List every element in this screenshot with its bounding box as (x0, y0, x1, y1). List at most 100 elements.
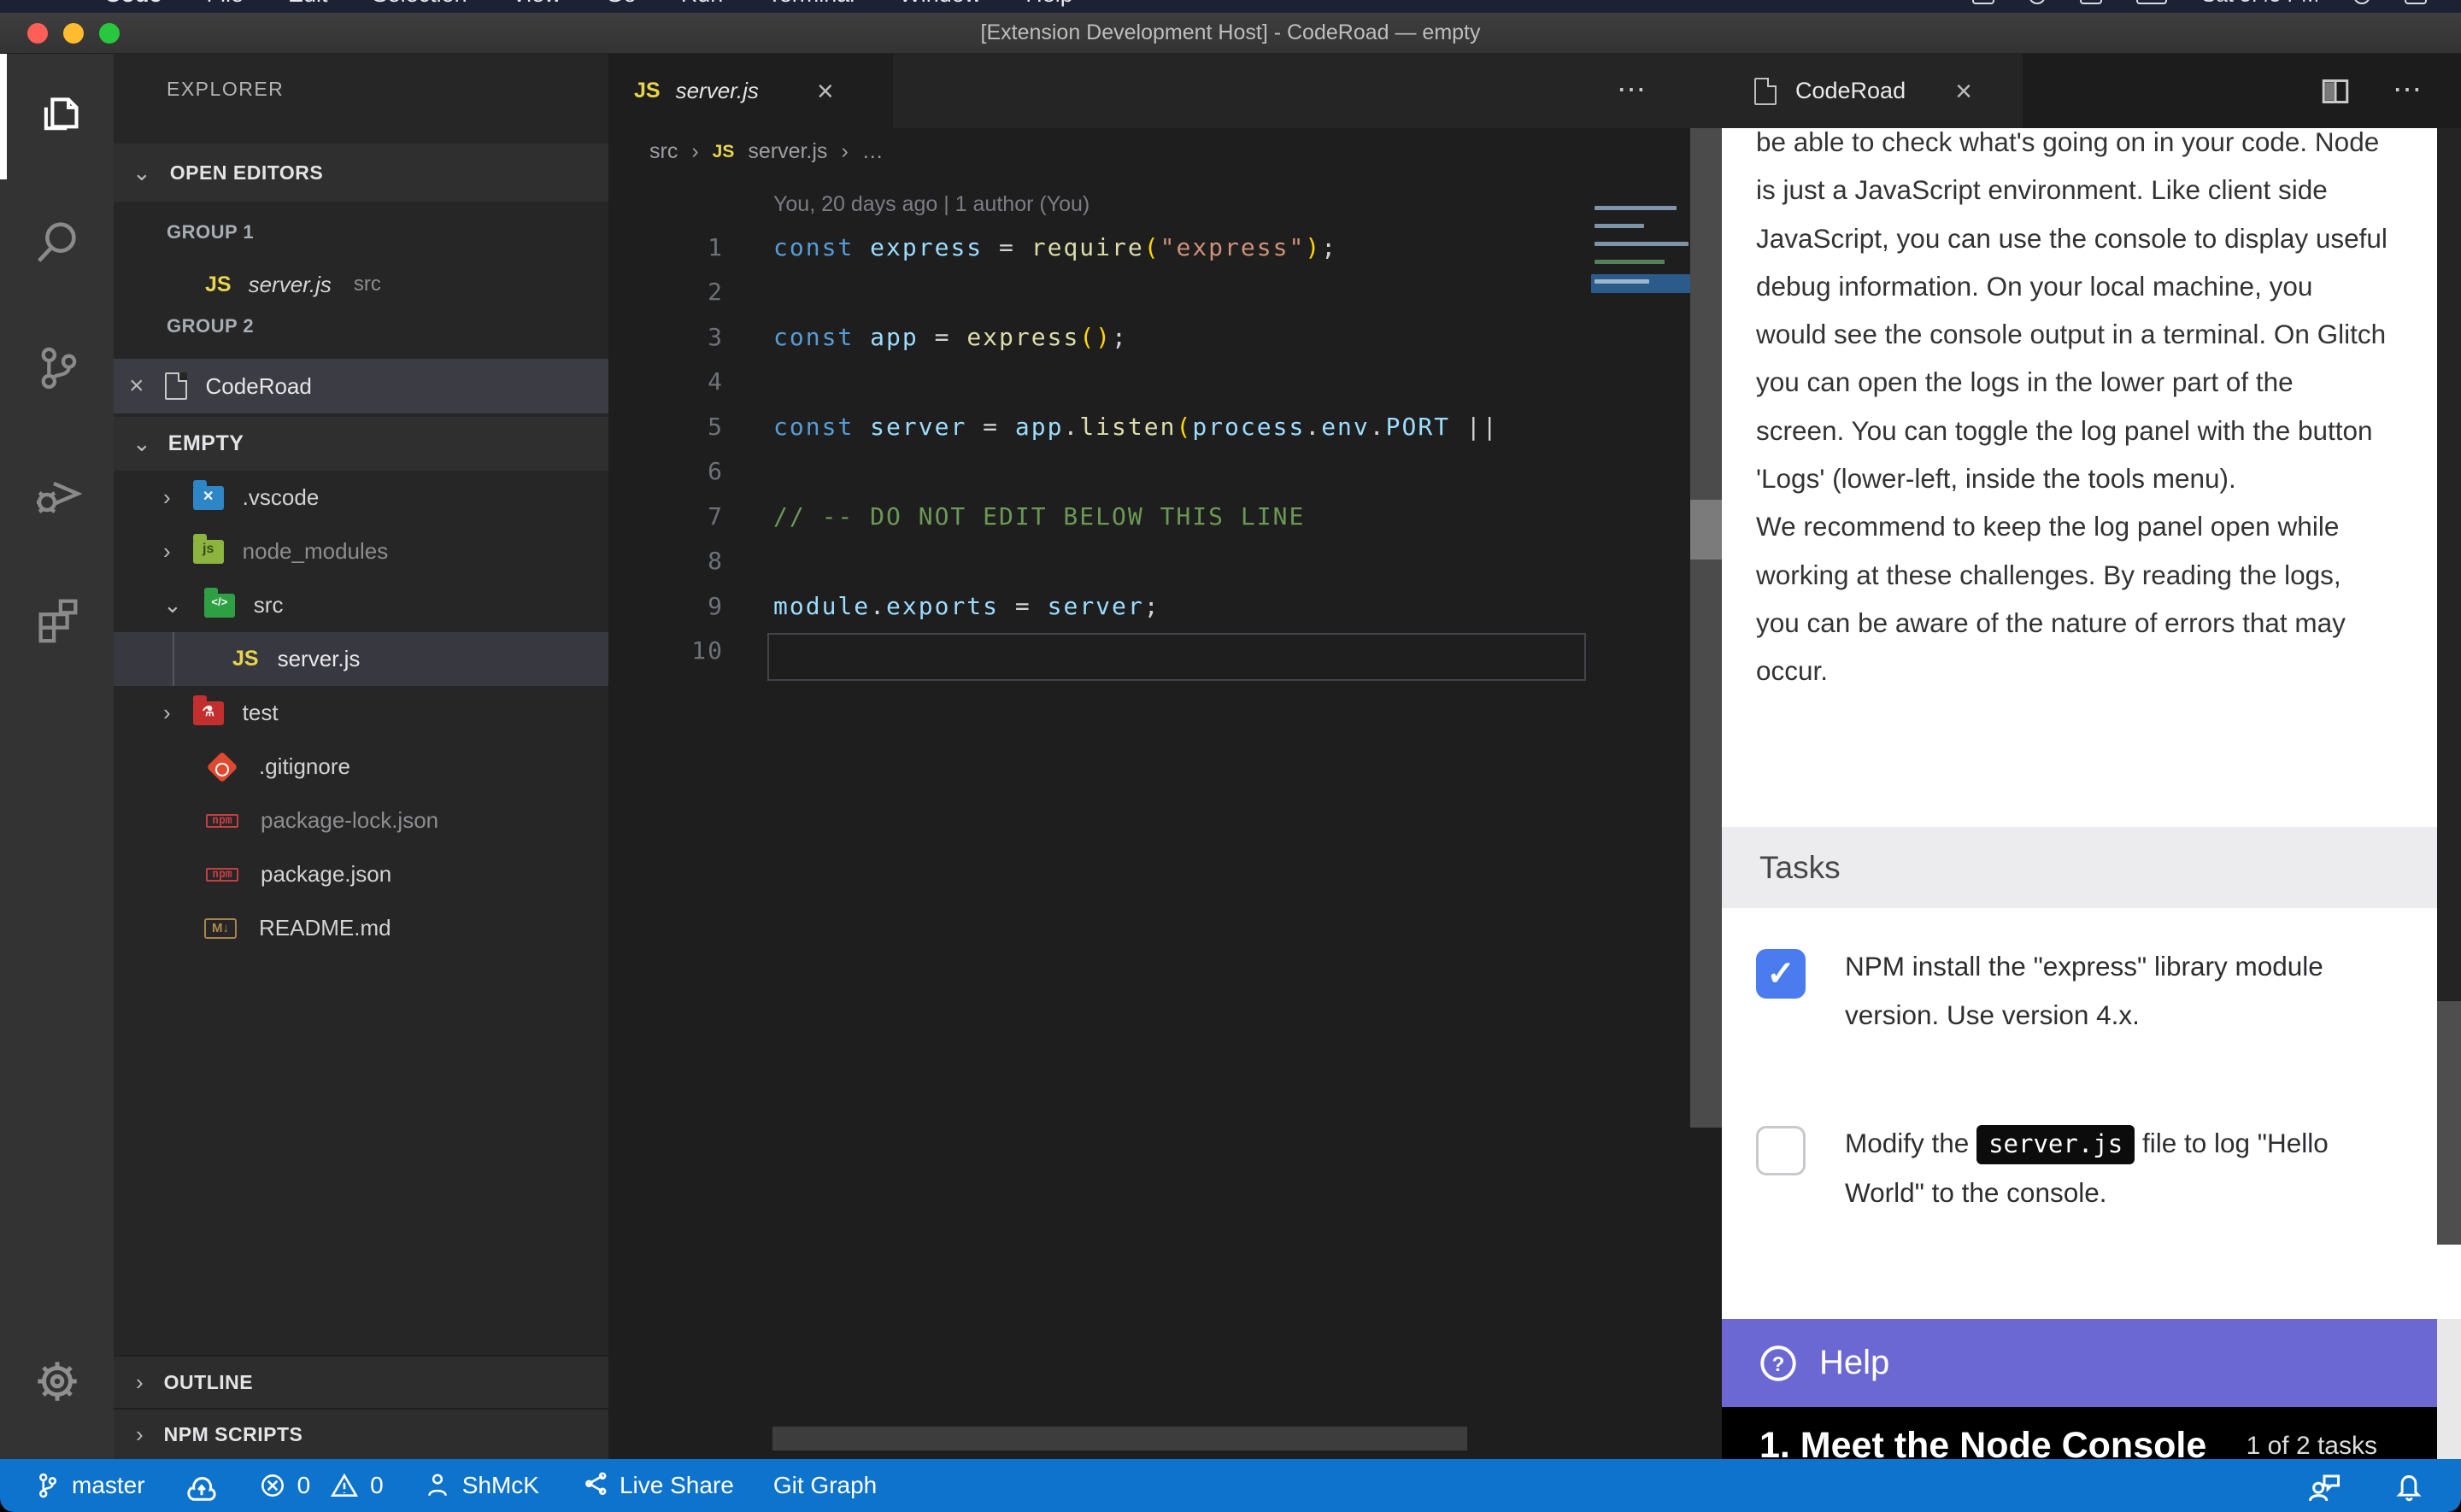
menu-item-file[interactable]: File (207, 0, 244, 8)
editor-more-actions-icon[interactable]: ⋯ (1617, 73, 1649, 107)
spotlight-icon[interactable] (2353, 0, 2370, 4)
help-label: Help (1819, 1344, 1889, 1382)
editor-group1-label: GROUP 1 (167, 221, 254, 243)
js-file-icon: JS (634, 79, 661, 103)
tree-item-readme[interactable]: M↓ README.md (114, 901, 608, 955)
help-accordion-button[interactable]: ? Help (1722, 1319, 2437, 1407)
tab-coderoad[interactable]: CodeRoad × (1722, 54, 2023, 128)
search-icon[interactable] (0, 179, 114, 305)
chevron-right-icon: › (691, 139, 698, 164)
menubar-status-icon[interactable] (2080, 0, 2102, 4)
sidebar-title: EXPLORER (167, 78, 284, 101)
feedback-icon[interactable] (2305, 1467, 2343, 1504)
title-bar: [Extension Development Host] - CodeRoad … (0, 13, 2461, 54)
battery-icon[interactable] (2136, 0, 2167, 4)
task1-checkbox-checked[interactable]: ✓ (1756, 949, 1806, 999)
editor-scrollbar-track[interactable] (1690, 128, 1722, 1128)
webview-scrollbar-thumb[interactable] (2437, 128, 2461, 1001)
problems-status[interactable]: 0 0 (258, 1471, 384, 1500)
lesson-progress: 1 of 2 tasks (2247, 1432, 2377, 1460)
open-editor-file-label: server.js (249, 272, 332, 298)
activity-bar (0, 54, 114, 1459)
tree-item-vscode[interactable]: › ✕ .vscode (114, 471, 608, 525)
tree-item-gitignore[interactable]: .gitignore (114, 740, 608, 794)
src-folder-icon: </> (204, 594, 235, 618)
tree-item-src[interactable]: ⌄ </> src (114, 578, 608, 632)
panel-more-actions-icon[interactable]: ⋯ (2393, 73, 2425, 107)
explorer-icon[interactable] (0, 54, 114, 179)
outline-section-header[interactable]: › OUTLINE (114, 1355, 608, 1408)
source-control-icon[interactable] (0, 305, 114, 431)
settings-gear-icon[interactable] (0, 1318, 114, 1444)
coderoad-panel: CodeRoad × ⋯ be able to check what's goi… (1722, 54, 2461, 1459)
tree-item-package-json[interactable]: npm package.json (114, 847, 608, 901)
lesson-footer-bar[interactable]: 1. Meet the Node Console 1 of 2 tasks (1722, 1407, 2437, 1459)
tasks-section-header: Tasks (1722, 827, 2437, 908)
horizontal-scrollbar-thumb[interactable] (772, 1427, 1467, 1450)
menu-item-code[interactable]: Code (104, 0, 162, 8)
panel-tab-bar: CodeRoad × ⋯ (1722, 54, 2461, 128)
git-graph-button[interactable]: Git Graph (773, 1472, 877, 1499)
open-editor-server-js[interactable]: JS server.js src (114, 259, 608, 310)
tree-item-test[interactable]: › ⚗ test (114, 686, 608, 740)
file-icon (1754, 78, 1777, 105)
close-tab-icon[interactable]: × (817, 77, 834, 106)
task1-text: NPM install the "express" library module… (1845, 942, 2409, 1040)
extensions-icon[interactable] (0, 556, 114, 682)
lesson-content-text: be able to check what's going on in your… (1756, 128, 2440, 695)
code-line-1: const express = require("express"); (773, 233, 1337, 261)
inline-code-chip: server.js (1976, 1125, 2135, 1164)
menubar-clock[interactable]: Sat 5:45 PM (2201, 0, 2319, 8)
current-line-highlight (767, 633, 1586, 681)
open-editors-label: OPEN EDITORS (170, 161, 323, 185)
editor-scrollbar-thumb[interactable] (1690, 500, 1722, 560)
tree-item-server-js[interactable]: JS server.js (114, 632, 608, 686)
menu-item-help[interactable]: Help (1025, 0, 1073, 8)
live-share-button[interactable]: Live Share (579, 1469, 734, 1502)
breadcrumb-symbol[interactable]: … (862, 139, 884, 164)
outline-label: OUTLINE (164, 1371, 253, 1394)
split-editor-icon[interactable] (2318, 74, 2352, 108)
open-editor-coderoad[interactable]: × CodeRoad (114, 359, 608, 413)
test-folder-icon: ⚗ (193, 701, 224, 725)
editor-tab-bar: JS server.js × ⋯ (608, 54, 1722, 128)
run-debug-icon[interactable] (0, 431, 114, 556)
tasks-title: Tasks (1759, 850, 1841, 886)
menu-item-view[interactable]: View (512, 0, 561, 8)
npm-scripts-section-header[interactable]: › NPM SCRIPTS (114, 1408, 608, 1459)
webview-scrollbar-track[interactable] (2437, 1319, 2461, 1459)
window-title: [Extension Development Host] - CodeRoad … (0, 21, 2461, 45)
workspace-folder-header[interactable]: ⌄ EMPTY (114, 417, 608, 471)
close-tab-icon[interactable]: × (1955, 77, 1972, 106)
tree-item-node-modules[interactable]: › js node_modules (114, 525, 608, 578)
menubar-status-icon[interactable] (1972, 0, 1994, 4)
file-icon (165, 372, 187, 400)
breadcrumb[interactable]: src › JS server.js › … (649, 139, 884, 164)
tab-server-js[interactable]: JS server.js × (608, 54, 893, 128)
menu-item-selection[interactable]: Selection (373, 0, 467, 8)
chevron-right-icon: › (841, 139, 848, 164)
close-editor-icon[interactable]: × (129, 373, 144, 399)
menu-item-edit[interactable]: Edit (288, 0, 328, 8)
menu-item-run[interactable]: Run (681, 0, 724, 8)
account-status[interactable]: ShMcK (423, 1469, 539, 1502)
breadcrumb-file[interactable]: server.js (748, 139, 827, 164)
minimap[interactable] (1591, 182, 1690, 438)
sync-changes-button[interactable] (185, 1468, 219, 1503)
webview-scrollbar-track[interactable] (2437, 1001, 2461, 1245)
tree-item-package-lock[interactable]: npm package-lock.json (114, 794, 608, 847)
task2-checkbox-unchecked[interactable] (1756, 1126, 1806, 1175)
task2-text: Modify the server.js file to log "Hello … (1845, 1119, 2426, 1217)
notifications-bell-icon[interactable] (2391, 1468, 2427, 1503)
open-editors-header[interactable]: ⌄ OPEN EDITORS (114, 144, 608, 202)
menu-item-window[interactable]: Window (899, 0, 981, 8)
control-center-icon[interactable] (2405, 0, 2427, 4)
git-icon (207, 751, 238, 782)
menu-item-go[interactable]: Go (606, 0, 637, 8)
breadcrumb-src[interactable]: src (649, 139, 678, 164)
git-branch-status[interactable]: master (32, 1469, 145, 1502)
menu-item-terminal[interactable]: Terminal (767, 0, 855, 8)
status-bar: master 0 0 ShMcK Live Share Git Graph (0, 1459, 2461, 1512)
menubar-status-icon[interactable] (2029, 0, 2046, 4)
code-line-9: module.exports = server; (773, 592, 1160, 620)
